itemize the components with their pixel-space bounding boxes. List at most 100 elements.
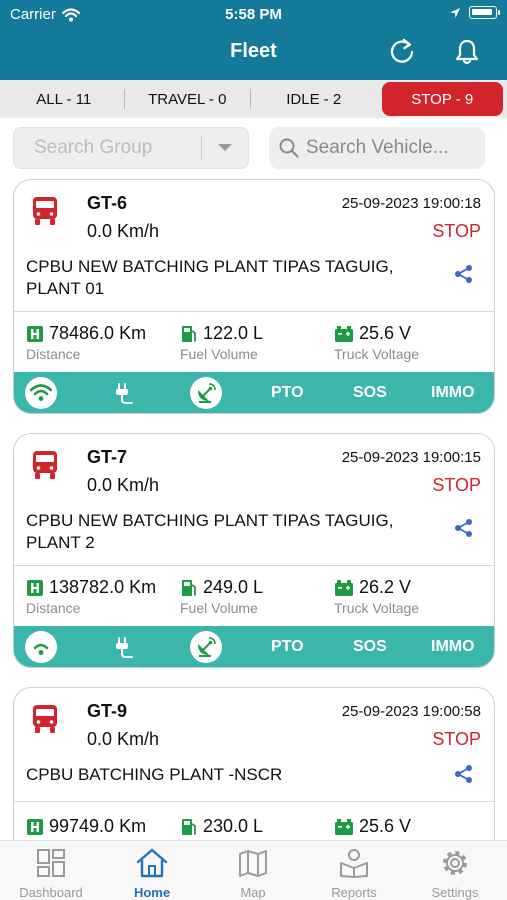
fuel-label: Fuel Volume (180, 600, 258, 616)
vehicle-speed: 0.0 Km/h (87, 221, 160, 241)
fuel-metric: 249.0 L Fuel Volume (180, 577, 263, 616)
fuel-value: 230.0 L (203, 816, 264, 836)
clock: 5:58 PM (225, 6, 282, 23)
filter-stop[interactable]: STOP - 9 (381, 82, 504, 116)
distance-value: 138782.0 Km (49, 577, 157, 597)
vehicle-card[interactable]: GT-7 0.0 Km/h 25-09-2023 19:00:15 STOP C… (13, 433, 495, 668)
share-icon[interactable] (454, 764, 474, 784)
odometer-icon (27, 325, 43, 342)
distance-label: Distance (26, 346, 81, 362)
share-icon[interactable] (454, 518, 474, 538)
filter-idle[interactable]: IDLE - 2 (251, 82, 377, 116)
fuel-metric: 230.0 L (180, 816, 263, 837)
filter-all[interactable]: ALL - 11 (4, 82, 124, 116)
gps-status[interactable] (190, 377, 222, 409)
vehicle-datetime: 25-09-2023 19:00:18 (341, 195, 481, 212)
vehicle-name: GT-7 (87, 447, 128, 467)
status-filter-tabs: ALL - 11 TRAVEL - 0 IDLE - 2 STOP - 9 (0, 80, 507, 118)
immo-indicator[interactable]: IMMO (431, 384, 475, 402)
satellite-dish-icon (198, 383, 216, 403)
voltage-value: 26.2 V (359, 577, 412, 597)
odometer-icon (27, 818, 43, 835)
tab-home[interactable]: Home (112, 845, 192, 900)
voltage-value: 25.6 V (359, 816, 412, 836)
share-icon[interactable] (454, 264, 474, 284)
bell-icon[interactable] (452, 37, 482, 67)
search-group-placeholder: Search Group (34, 137, 153, 158)
refresh-icon[interactable] (387, 36, 417, 66)
status-right (449, 6, 500, 19)
tab-label: Home (133, 885, 171, 900)
gear-icon (443, 851, 467, 875)
tab-reports[interactable]: Reports (314, 845, 394, 900)
filter-travel[interactable]: TRAVEL - 0 (125, 82, 251, 116)
voltage-label: Truck Voltage (334, 600, 420, 616)
status-bar: Carrier 5:58 PM (0, 0, 507, 28)
location-arrow-icon (450, 7, 460, 18)
sos-indicator[interactable]: SOS (353, 384, 387, 402)
vehicle-status: STOP (432, 729, 481, 749)
voltage-metric: 25.6 V (334, 816, 411, 837)
distance-value: 99749.0 Km (49, 816, 147, 836)
fuel-value: 249.0 L (203, 577, 264, 597)
vehicle-card[interactable]: GT-6 0.0 Km/h 25-09-2023 19:00:18 STOP C… (13, 179, 495, 414)
truck-icon (33, 451, 57, 479)
bottom-tab-bar: Dashboard Home Map Reports Settings (0, 840, 507, 900)
vehicle-name: GT-9 (87, 701, 128, 721)
ignition-plug-icon[interactable] (113, 382, 135, 406)
sos-indicator[interactable]: SOS (353, 638, 387, 656)
ignition-plug-icon[interactable] (113, 636, 135, 660)
tab-map[interactable]: Map (213, 845, 293, 900)
vehicle-status: STOP (432, 475, 481, 495)
wifi-icon (33, 643, 49, 655)
wifi-status[interactable] (25, 631, 57, 663)
tab-dashboard[interactable]: Dashboard (11, 845, 91, 900)
vehicle-status-bar: PTO SOS IMMO (14, 626, 494, 667)
pto-indicator[interactable]: PTO (271, 384, 304, 402)
search-group-dropdown[interactable]: Search Group (13, 127, 249, 169)
voltage-value: 25.6 V (359, 323, 412, 343)
vehicle-status: STOP (432, 221, 481, 241)
distance-metric: 138782.0 Km Distance (26, 577, 156, 616)
home-icon (136, 848, 168, 878)
tab-label: Dashboard (19, 885, 83, 900)
truck-icon (33, 197, 57, 225)
fuel-pump-icon (182, 579, 196, 596)
app-header: Carrier 5:58 PM Fleet (0, 0, 507, 80)
vehicle-address: CPBU NEW BATCHING PLANT TIPAS TAGUIG, PL… (26, 257, 394, 298)
tab-label: Map (240, 885, 266, 900)
truck-icon (33, 705, 57, 733)
wifi-icon (30, 384, 52, 401)
fuel-metric: 122.0 L Fuel Volume (180, 323, 263, 362)
distance-label: Distance (26, 600, 81, 616)
voltage-metric: 26.2 V Truck Voltage (334, 577, 419, 616)
immo-indicator[interactable]: IMMO (431, 638, 475, 656)
vehicle-address: CPBU NEW BATCHING PLANT TIPAS TAGUIG, PL… (26, 511, 394, 552)
vehicle-speed: 0.0 Km/h (87, 729, 160, 749)
fuel-value: 122.0 L (203, 323, 264, 343)
distance-metric: 99749.0 Km (26, 816, 146, 837)
distance-metric: 78486.0 Km Distance (26, 323, 146, 362)
wifi-status[interactable] (25, 377, 57, 409)
tab-label: Reports (331, 885, 377, 900)
vehicle-address: CPBU BATCHING PLANT -NSCR (26, 765, 283, 784)
battery-icon (335, 579, 353, 596)
vehicle-name: GT-6 (87, 193, 128, 213)
pto-indicator[interactable]: PTO (271, 638, 304, 656)
dashboard-icon (37, 849, 65, 877)
vehicle-datetime: 25-09-2023 19:00:58 (341, 703, 481, 720)
divider (14, 565, 494, 566)
voltage-metric: 25.6 V Truck Voltage (334, 323, 419, 362)
divider (14, 311, 494, 312)
battery-icon (335, 325, 353, 342)
odometer-icon (27, 579, 43, 596)
chevron-down-icon[interactable] (202, 128, 248, 168)
tab-label: Settings (431, 885, 479, 900)
map-icon (239, 850, 267, 877)
search-vehicle-input[interactable]: Search Vehicle... (269, 127, 485, 169)
battery-icon (469, 6, 500, 19)
tab-settings[interactable]: Settings (415, 845, 495, 900)
battery-icon (335, 818, 353, 835)
gps-status[interactable] (190, 631, 222, 663)
vehicle-status-bar: PTO SOS IMMO (14, 372, 494, 413)
